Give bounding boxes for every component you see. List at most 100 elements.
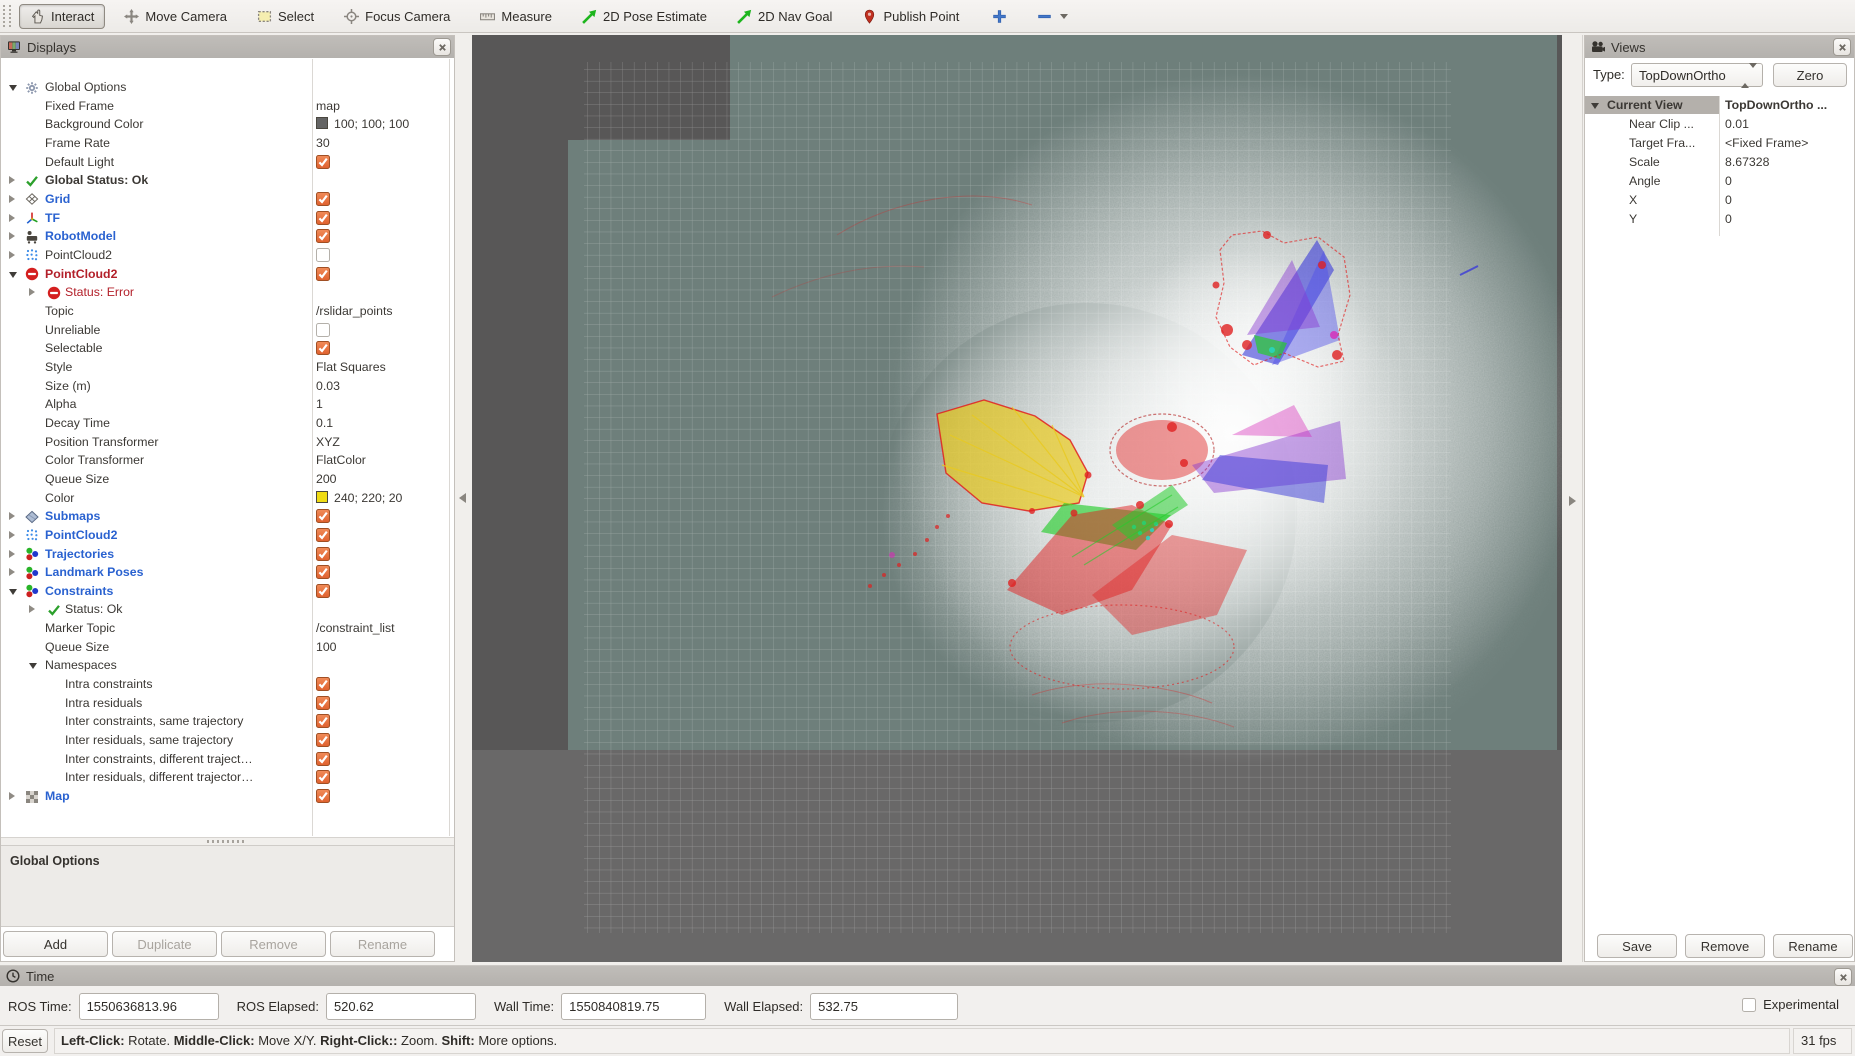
tree-row-intra-residuals[interactable]: Intra residuals: [1, 694, 454, 713]
row-value[interactable]: XYZ: [316, 435, 340, 449]
view-type-combobox[interactable]: TopDownOrtho: [1631, 63, 1763, 88]
remove-tool-button[interactable]: [1037, 9, 1069, 24]
close-icon[interactable]: [433, 38, 451, 56]
tree-row-global-status-ok[interactable]: Global Status: Ok: [1, 171, 454, 190]
tree-row-pointcloud2[interactable]: PointCloud2: [1, 526, 454, 545]
expander-open-icon[interactable]: [29, 663, 37, 670]
expander-closed-icon[interactable]: [9, 568, 15, 577]
row-value[interactable]: 30: [316, 136, 330, 150]
expander-closed-icon[interactable]: [29, 605, 35, 614]
checkbox-checked[interactable]: [316, 266, 330, 281]
tree-row-topic[interactable]: Topic/rslidar_points: [1, 302, 454, 321]
expander-closed-icon[interactable]: [9, 213, 15, 222]
views-row-scale[interactable]: Scale 8.67328: [1585, 153, 1854, 172]
views-row-angle[interactable]: Angle 0: [1585, 172, 1854, 191]
checkbox-checked[interactable]: [316, 210, 330, 225]
expander-open-icon[interactable]: [9, 588, 17, 595]
experimental-checkbox[interactable]: [1742, 997, 1757, 1012]
field-input[interactable]: 1550636813.96: [78, 992, 219, 1020]
expander-closed-icon[interactable]: [29, 288, 35, 297]
tree-row-pointcloud2[interactable]: PointCloud2: [1, 246, 454, 265]
tree-row-color[interactable]: Color 240; 220; 20: [1, 489, 454, 508]
expander-closed-icon[interactable]: [9, 232, 15, 241]
tree-row-submaps[interactable]: Submaps: [1, 507, 454, 526]
expander-closed-icon[interactable]: [9, 792, 15, 801]
tree-row-inter-residuals-different-trajector-[interactable]: Inter residuals, different trajector…: [1, 768, 454, 787]
add-display-button[interactable]: Add: [3, 931, 108, 957]
spinner-arrows-icon[interactable]: [1741, 63, 1757, 88]
rename-view-button[interactable]: Rename: [1773, 934, 1853, 958]
tree-row-queue-size[interactable]: Queue Size 200: [1, 470, 454, 489]
expander-open-icon[interactable]: [9, 271, 17, 278]
checkbox-checked[interactable]: [316, 583, 330, 598]
expander-closed-icon[interactable]: [9, 250, 15, 259]
collapse-right-panel-arrow[interactable]: [1569, 496, 1576, 506]
row-value[interactable]: 1: [316, 397, 323, 411]
tree-row-selectable[interactable]: Selectable: [1, 339, 454, 358]
row-value[interactable]: FlatColor: [316, 453, 366, 467]
focus-camera-tool-button[interactable]: Focus Camera: [333, 4, 461, 29]
checkbox-checked[interactable]: [316, 546, 330, 561]
remove-view-button[interactable]: Remove: [1685, 934, 1765, 958]
expander-closed-icon[interactable]: [9, 549, 15, 558]
tree-row-style[interactable]: Style Flat Squares: [1, 358, 454, 377]
row-value[interactable]: /constraint_list: [316, 621, 395, 635]
select-tool-button[interactable]: Select: [246, 4, 325, 29]
views-row-y[interactable]: Y0: [1585, 210, 1854, 229]
views-row-x[interactable]: X0: [1585, 191, 1854, 210]
expander-open-icon[interactable]: [9, 85, 17, 91]
checkbox-unchecked[interactable]: [316, 247, 330, 262]
row-value[interactable]: 0.01: [1725, 117, 1749, 131]
publish-point-tool-button[interactable]: Publish Point: [851, 4, 970, 29]
collapse-left-panel-arrow[interactable]: [459, 493, 466, 503]
row-value[interactable]: 0: [1725, 212, 1732, 226]
color-swatch[interactable]: [316, 490, 328, 503]
tree-row-pointcloud2[interactable]: PointCloud2: [1, 265, 454, 284]
interact-tool-button[interactable]: Interact: [19, 3, 106, 29]
tree-row-queue-size[interactable]: Queue Size 100: [1, 638, 454, 657]
tree-row-trajectories[interactable]: Trajectories: [1, 545, 454, 564]
tree-row-map[interactable]: Map: [1, 787, 454, 806]
row-value[interactable]: 200: [316, 472, 337, 486]
views-row-current-view[interactable]: Current View TopDownOrtho ...: [1585, 96, 1854, 115]
close-icon[interactable]: [1833, 38, 1851, 56]
save-view-button[interactable]: Save: [1597, 934, 1677, 958]
checkbox-checked[interactable]: [316, 751, 330, 766]
row-value[interactable]: 100; 100; 100: [334, 117, 409, 131]
tree-row-grid[interactable]: Grid: [1, 190, 454, 209]
field-input[interactable]: 1550840819.75: [561, 992, 707, 1020]
row-value[interactable]: 8.67328: [1725, 155, 1769, 169]
tree-row-status-ok[interactable]: Status: Ok: [1, 600, 454, 619]
row-value[interactable]: 0: [1725, 193, 1732, 207]
expander-closed-icon[interactable]: [9, 530, 15, 539]
rename-display-button[interactable]: Rename: [330, 931, 435, 957]
tree-row-inter-residuals-same-trajectory[interactable]: Inter residuals, same trajectory: [1, 731, 454, 750]
checkbox-checked[interactable]: [316, 154, 330, 169]
views-row-near-clip-[interactable]: Near Clip ... 0.01: [1585, 115, 1854, 134]
close-icon[interactable]: [1834, 968, 1852, 986]
chevron-down-icon[interactable]: [1060, 13, 1069, 19]
move-camera-tool-button[interactable]: Move Camera: [113, 4, 238, 29]
remove-display-button[interactable]: Remove: [221, 931, 326, 957]
2d-pose-estimate-tool-button[interactable]: 2D Pose Estimate: [571, 4, 718, 29]
field-input[interactable]: 520.62: [325, 992, 476, 1020]
tree-row-inter-constraints-same-trajectory[interactable]: Inter constraints, same trajectory: [1, 712, 454, 731]
2d-nav-goal-tool-button[interactable]: 2D Nav Goal: [726, 4, 843, 29]
measure-tool-button[interactable]: Measure: [469, 4, 563, 29]
field-input[interactable]: 532.75: [810, 992, 959, 1020]
expander-closed-icon[interactable]: [9, 176, 15, 185]
checkbox-checked[interactable]: [316, 695, 330, 710]
displays-splitter[interactable]: [1, 837, 454, 845]
checkbox-unchecked[interactable]: [316, 322, 330, 337]
checkbox-checked[interactable]: [316, 677, 330, 692]
tree-row-robotmodel[interactable]: RobotModel: [1, 227, 454, 246]
checkbox-checked[interactable]: [316, 714, 330, 729]
add-tool-button[interactable]: [992, 9, 1007, 24]
row-value[interactable]: <Fixed Frame>: [1725, 136, 1808, 150]
tree-row-decay-time[interactable]: Decay Time 0.1: [1, 414, 454, 433]
expander-closed-icon[interactable]: [9, 512, 15, 521]
tree-row-constraints[interactable]: Constraints: [1, 582, 454, 601]
views-row-target-fra-[interactable]: Target Fra... <Fixed Frame>: [1585, 134, 1854, 153]
tree-row-inter-constraints-different-traject-[interactable]: Inter constraints, different traject…: [1, 750, 454, 769]
tree-row-fixed-frame[interactable]: Fixed Frame map: [1, 97, 454, 116]
